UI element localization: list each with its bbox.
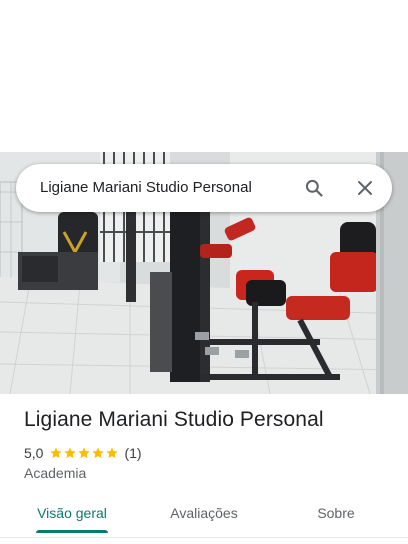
clear-search-button[interactable]: [349, 172, 381, 204]
place-tabs: Visão geral Avaliações Sobre: [0, 496, 408, 536]
star-icon: [92, 447, 105, 459]
search-button[interactable]: [298, 172, 330, 204]
review-count[interactable]: (1): [124, 445, 141, 461]
place-category[interactable]: Academia: [24, 465, 86, 481]
tab-overview[interactable]: Visão geral: [20, 496, 124, 534]
tab-label: Visão geral: [37, 505, 107, 521]
search-box[interactable]: Ligiane Mariani Studio Personal: [16, 164, 392, 212]
rating-value: 5,0: [24, 445, 44, 461]
search-icon: [305, 179, 323, 197]
tab-label: Sobre: [317, 505, 355, 521]
star-icon: [50, 447, 63, 459]
star-icon: [78, 447, 91, 459]
tab-reviews[interactable]: Avaliações: [152, 496, 256, 534]
place-title: Ligiane Mariani Studio Personal: [24, 408, 324, 431]
star-icon: [64, 447, 77, 459]
close-icon: [358, 181, 372, 195]
tab-label: Avaliações: [170, 505, 238, 521]
blank-map-area: [0, 0, 408, 152]
tab-about[interactable]: Sobre: [284, 496, 388, 534]
rating-stars: [49, 446, 119, 460]
active-tab-indicator: [36, 530, 108, 533]
tabs-divider: [0, 537, 408, 538]
star-icon: [106, 447, 119, 459]
search-input[interactable]: Ligiane Mariani Studio Personal: [40, 164, 252, 212]
rating-row[interactable]: 5,0 (1): [24, 444, 142, 462]
